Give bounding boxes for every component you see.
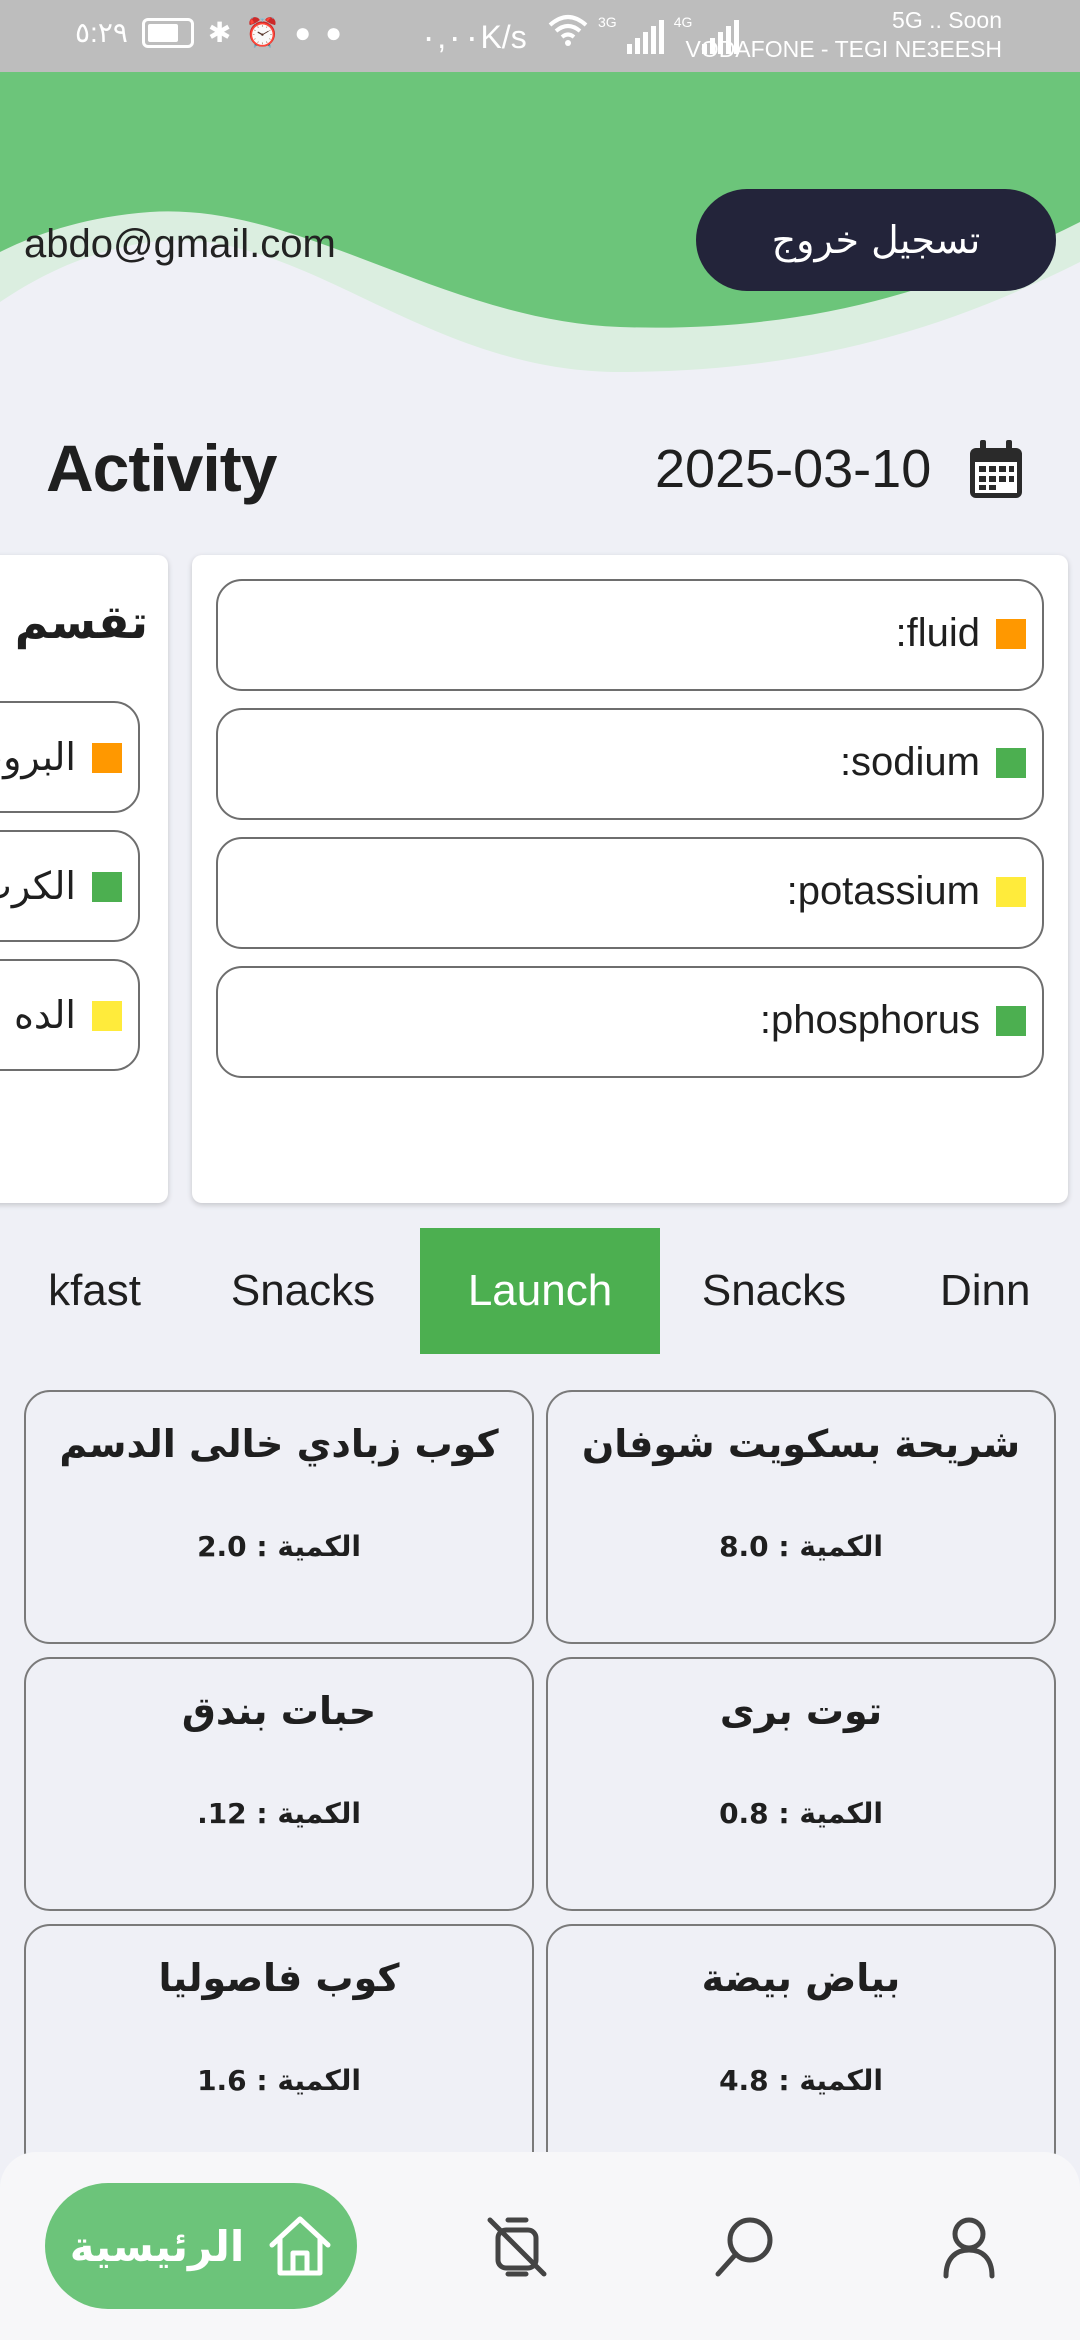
bottom-nav: الرئيسية	[0, 2152, 1080, 2340]
mineral-label: :potassium	[786, 869, 980, 913]
no-activity-icon[interactable]	[482, 2212, 552, 2282]
user-email: abdo@gmail.com	[24, 222, 336, 266]
tab-breakfast[interactable]: kfast	[0, 1228, 186, 1354]
food-card[interactable]: كوب زبادي خالى الدسم 2.0 : الكمية	[24, 1390, 534, 1644]
mineral-label: :sodium	[839, 740, 980, 784]
macro-label: البروت	[0, 735, 76, 779]
legend-swatch	[92, 872, 122, 902]
carrier-line-2: VODAFONE - TEGI NE3EESH	[685, 35, 1002, 62]
food-name: كوب فاصوليا	[158, 1956, 400, 2000]
header: abdo@gmail.com تسجيل خروج	[0, 72, 1080, 382]
search-icon[interactable]	[710, 2212, 780, 2282]
network-type-3g: 3G	[598, 14, 617, 30]
mineral-label: :fluid	[895, 611, 981, 655]
legend-swatch	[92, 1001, 122, 1031]
tab-snacks-1[interactable]: Snacks	[198, 1228, 408, 1354]
food-quantity: .12 : الكمية	[197, 1797, 361, 1830]
food-name: حبات بندق	[181, 1689, 377, 1733]
pinterest-icon: ●	[294, 16, 312, 48]
food-quantity: 4.8 : الكمية	[719, 2064, 883, 2097]
macro-item: البروت	[0, 701, 140, 813]
minerals-card: :fluid :sodium :potassium :phosphorus	[192, 555, 1068, 1203]
mineral-item: :sodium	[216, 708, 1044, 820]
mineral-item: :fluid	[216, 579, 1044, 691]
food-quantity: 1.6 : الكمية	[197, 2064, 361, 2097]
tab-snacks-2[interactable]: Snacks	[672, 1228, 876, 1354]
logout-button[interactable]: تسجيل خروج	[696, 189, 1056, 291]
food-card[interactable]: حبات بندق .12 : الكمية	[24, 1657, 534, 1911]
food-card[interactable]: بياض بيضة 4.8 : الكمية	[546, 1924, 1056, 2178]
calendar-icon[interactable]	[968, 440, 1024, 500]
mineral-label: :phosphorus	[759, 998, 980, 1042]
food-quantity: 8.0 : الكمية	[719, 1530, 883, 1563]
food-card[interactable]: شريحة بسكويت شوفان 8.0 : الكمية	[546, 1390, 1056, 1644]
meal-tabs: kfast Snacks Launch Snacks Dinn	[0, 1228, 1080, 1354]
food-card[interactable]: كوب فاصوليا 1.6 : الكمية	[24, 1924, 534, 2178]
legend-swatch	[996, 619, 1026, 649]
macro-item: الكرب	[0, 830, 140, 942]
carrier-info: 5G .. Soon VODAFONE - TEGI NE3EESH	[685, 6, 1002, 64]
network-speed: ٠,٠٠K/s	[420, 19, 527, 55]
carrier-line-1: 5G .. Soon	[892, 7, 1002, 33]
message-icon: ●	[325, 16, 343, 48]
legend-swatch	[996, 1006, 1026, 1036]
tab-dinner[interactable]: Dinn	[888, 1228, 1080, 1354]
macros-title: تقسم ال	[0, 595, 148, 649]
status-left: ٥:٢٩ ✱ ⏰ ● ●	[75, 16, 342, 49]
food-card[interactable]: توت برى 0.8 : الكمية	[546, 1657, 1056, 1911]
battery-icon	[141, 17, 194, 48]
page-title: Activity	[46, 431, 277, 505]
nav-home-button[interactable]: الرئيسية	[45, 2183, 357, 2309]
legend-swatch	[996, 877, 1026, 907]
food-quantity: 2.0 : الكمية	[197, 1530, 361, 1563]
macro-label: الكرب	[0, 864, 76, 908]
bluetooth-icon: ✱	[207, 17, 232, 48]
status-bar: ٥:٢٩ ✱ ⏰ ● ● ٠,٠٠K/s 3G 4G 5G .. Soon VO…	[0, 0, 1080, 72]
legend-swatch	[92, 743, 122, 773]
status-time: ٥:٢٩	[75, 17, 128, 48]
macros-card: تقسم ال البروت الكرب الده	[0, 555, 168, 1203]
legend-swatch	[996, 748, 1026, 778]
mineral-item: :phosphorus	[216, 966, 1044, 1078]
signal-bars-icon	[626, 20, 664, 54]
food-name: توت برى	[719, 1689, 883, 1733]
food-quantity: 0.8 : الكمية	[719, 1797, 883, 1830]
wifi-icon	[548, 13, 588, 54]
food-name: شريحة بسكويت شوفان	[581, 1422, 1021, 1466]
food-name: بياض بيضة	[701, 1956, 901, 2000]
profile-icon[interactable]	[934, 2212, 1004, 2282]
macro-label: الده	[14, 993, 76, 1037]
food-name: كوب زبادي خالى الدسم	[59, 1422, 499, 1466]
alarm-icon: ⏰	[245, 17, 281, 48]
mineral-item: :potassium	[216, 837, 1044, 949]
home-icon	[269, 2216, 331, 2276]
tab-launch[interactable]: Launch	[420, 1228, 660, 1354]
selected-date[interactable]: 2025-03-10	[655, 438, 931, 500]
nav-home-label: الرئيسية	[69, 2221, 245, 2271]
macro-item: الده	[0, 959, 140, 1071]
